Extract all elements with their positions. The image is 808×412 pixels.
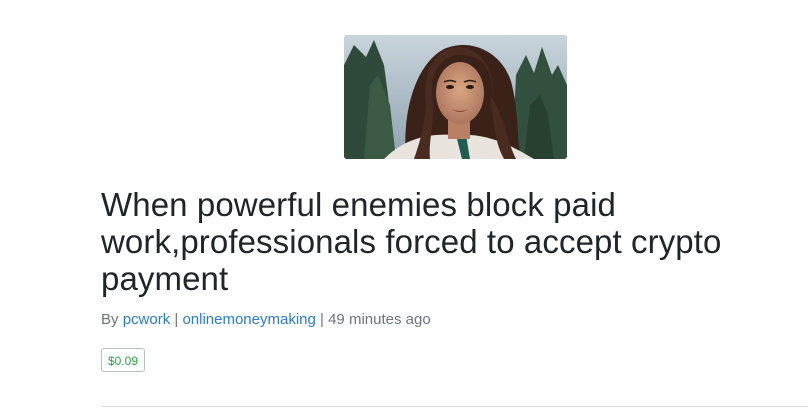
meta-separator: | bbox=[170, 311, 183, 328]
post-thumbnail[interactable] bbox=[344, 35, 567, 159]
portrait-image bbox=[344, 35, 567, 159]
payout-badge: $0.09 bbox=[101, 348, 146, 372]
category-link[interactable]: onlinemoneymaking bbox=[182, 311, 315, 328]
post-divider bbox=[101, 406, 808, 407]
author-link[interactable]: pcwork bbox=[123, 311, 171, 328]
meta-separator: | bbox=[315, 311, 329, 328]
post-card: When powerful enemies block paid work,pr… bbox=[0, 0, 808, 412]
post-time: 49 minutes ago bbox=[328, 311, 431, 328]
post-meta: By pcwork | onlinemoneymaking | 49 minut… bbox=[101, 310, 431, 330]
post-title[interactable]: When powerful enemies block paid work,pr… bbox=[101, 186, 741, 297]
by-label: By bbox=[101, 311, 123, 328]
